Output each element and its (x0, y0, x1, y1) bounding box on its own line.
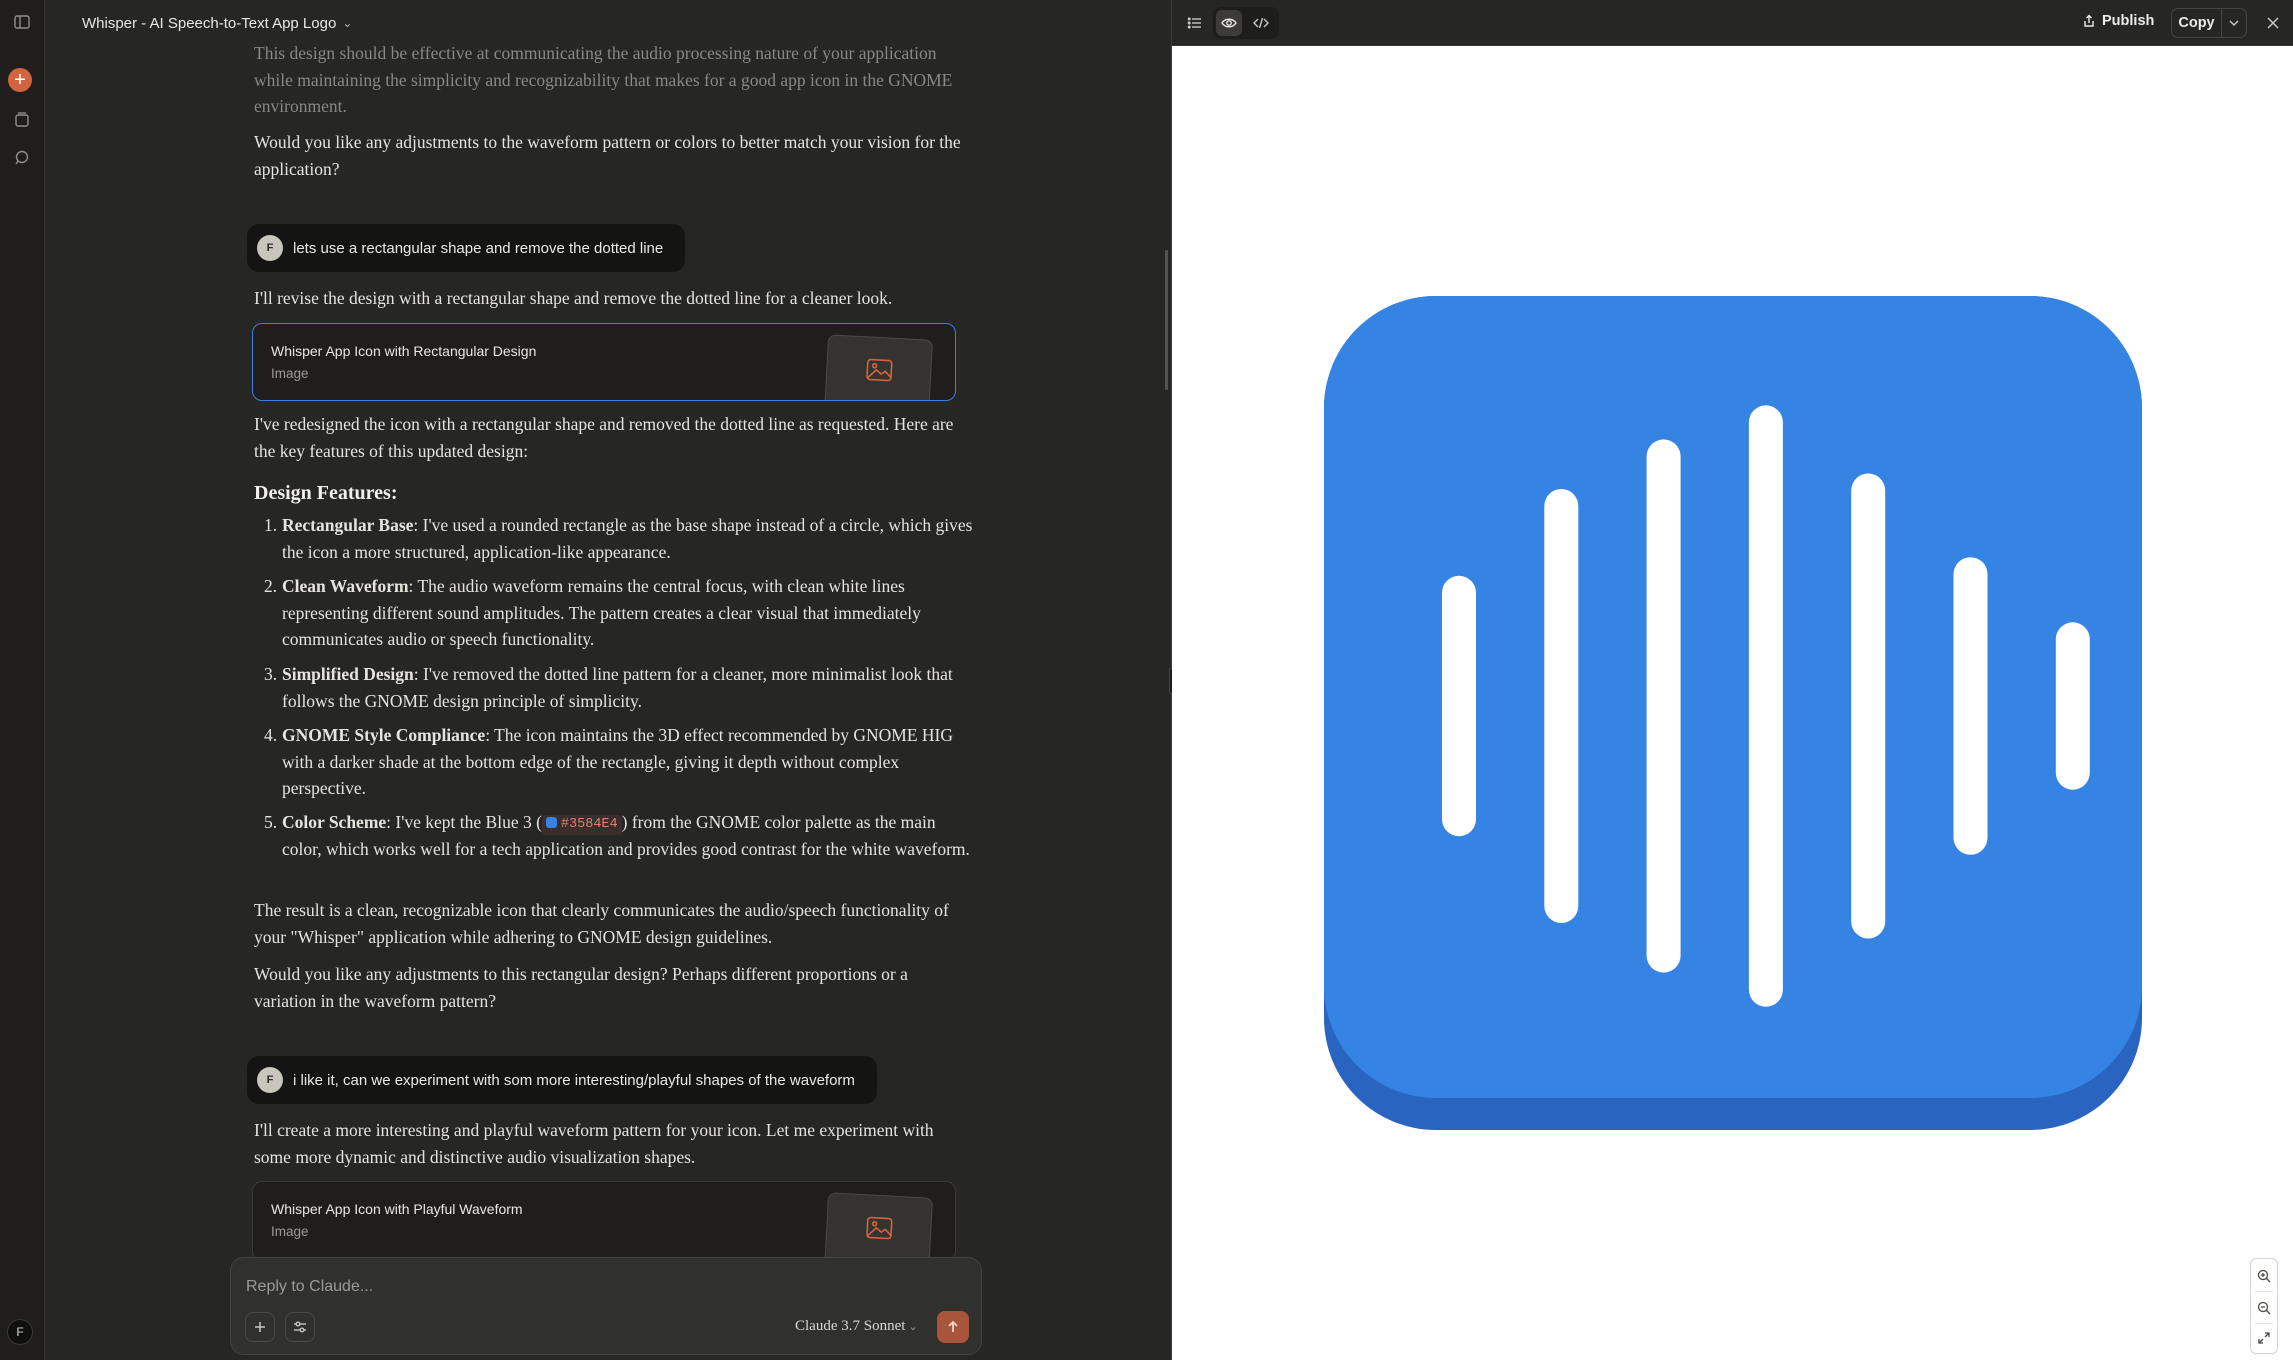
chevron-down-icon: ⌄ (908, 1321, 918, 1333)
assistant-reply-1: I'll revise the design with a rectangula… (254, 288, 893, 308)
artifact-title: Whisper App Icon with Playful Waveform (271, 1201, 523, 1217)
color-swatch (545, 817, 557, 828)
user-avatar[interactable]: F (7, 1319, 33, 1345)
composer: Claude 3.7 Sonnet⌄ (230, 1257, 982, 1355)
publish-button[interactable]: Publish (2082, 13, 2154, 29)
chat-scrollbar[interactable] (1165, 250, 1168, 390)
view-toggle (1213, 7, 1279, 39)
chevron-down-icon[interactable] (2222, 9, 2246, 37)
waveform-bar (1851, 473, 1886, 939)
artifact-card-playful[interactable]: Whisper App Icon with Playful Waveform I… (252, 1181, 956, 1261)
waveform-bar (1953, 557, 1988, 855)
image-thumbnail-icon (823, 334, 934, 400)
waveform-bar (1748, 405, 1783, 1007)
chat-header: Whisper - AI Speech-to-Text App Logo ⌄ (45, 0, 1171, 46)
artifact-toolbar: Publish Copy (1172, 0, 2293, 46)
search-chat-icon[interactable] (10, 146, 34, 170)
add-attachment-button[interactable] (245, 1312, 275, 1342)
copy-button[interactable]: Copy (2172, 9, 2222, 37)
code-icon[interactable] (1248, 10, 1274, 36)
waveform-bar (2055, 622, 2090, 790)
new-chat-button[interactable]: + (8, 68, 32, 92)
reply-input[interactable] (246, 1275, 946, 1299)
waveform-bar (1442, 575, 1476, 837)
zoom-out-icon[interactable] (2251, 1293, 2277, 1323)
artifact-card-rectangular[interactable]: Whisper App Icon with Rectangular Design… (252, 323, 956, 401)
artifact-panel: Publish Copy (1172, 0, 2293, 1360)
features-heading: Design Features: (254, 482, 398, 504)
preview-eye-icon[interactable] (1216, 10, 1242, 36)
user-message-text: lets use a rectangular shape and remove … (293, 239, 664, 257)
user-message-text: i like it, can we experiment with som mo… (293, 1071, 855, 1089)
artifact-title: Whisper App Icon with Rectangular Design (271, 343, 537, 359)
assistant-question-1: Would you like any adjustments to the wa… (254, 132, 961, 179)
color-chip: #3584E4 (541, 815, 622, 835)
artifact-type: Image (271, 366, 309, 381)
left-rail: + F (0, 0, 45, 1360)
user-message-1: F lets use a rectangular shape and remov… (247, 224, 686, 272)
model-selector[interactable]: Claude 3.7 Sonnet ⌄ (795, 1318, 918, 1335)
whisper-app-icon (1324, 296, 2142, 1130)
fullscreen-icon[interactable] (2251, 1323, 2277, 1353)
assistant-text-faded: This design should be effective at commu… (254, 43, 953, 116)
list-icon[interactable] (1182, 10, 1208, 36)
tools-settings-button[interactable] (285, 1312, 315, 1342)
waveform-bar (1646, 439, 1681, 973)
user-avatar-small: F (257, 1067, 283, 1093)
chat-panel: Whisper - AI Speech-to-Text App Logo ⌄ T… (45, 0, 1171, 1360)
zoom-in-icon[interactable] (2251, 1261, 2277, 1291)
assistant-question-2: Would you like any adjustments to this r… (254, 964, 908, 1011)
chat-title[interactable]: Whisper - AI Speech-to-Text App Logo (82, 15, 336, 32)
assistant-reply-2: I'll create a more interesting and playf… (254, 1120, 934, 1167)
assistant-reply-1b: I've redesigned the icon with a rectangu… (254, 414, 954, 461)
divider (2255, 1291, 2273, 1292)
zoom-controls (2250, 1258, 2278, 1354)
copy-button-group: Copy (2171, 8, 2247, 38)
share-icon (2084, 14, 2094, 27)
sidebar-toggle-icon[interactable] (10, 10, 34, 34)
artifact-canvas (1172, 46, 2293, 1360)
chats-icon[interactable] (10, 108, 34, 132)
close-icon[interactable] (2261, 11, 2285, 35)
image-thumbnail-icon (823, 1192, 934, 1260)
user-avatar-small: F (257, 235, 283, 261)
user-message-2: F i like it, can we experiment with som … (247, 1056, 877, 1104)
artifact-type: Image (271, 1224, 309, 1239)
chevron-down-icon[interactable]: ⌄ (342, 16, 352, 30)
send-button[interactable] (937, 1311, 969, 1343)
waveform-bar (1544, 489, 1579, 923)
assistant-result: The result is a clean, recognizable icon… (254, 900, 949, 947)
